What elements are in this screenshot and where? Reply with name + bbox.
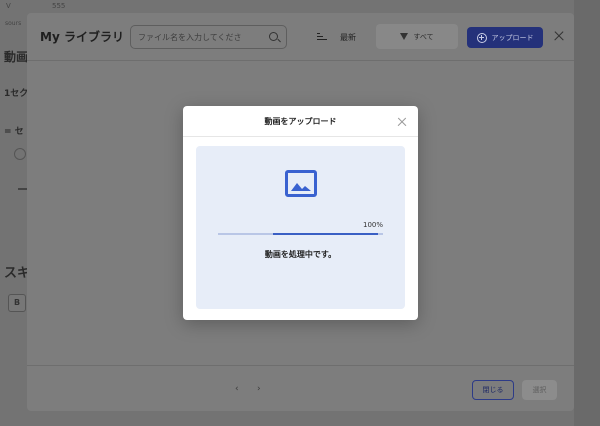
- background-heading: = セ: [4, 127, 24, 137]
- background-text: V: [6, 2, 11, 10]
- filter-icon: [400, 33, 409, 40]
- sort-label: 最新: [340, 32, 356, 42]
- progress-percentage: 100%: [362, 221, 383, 229]
- pager-next-button[interactable]: ›: [257, 384, 261, 394]
- search-input[interactable]: [130, 25, 287, 49]
- upload-label: アップロード: [491, 33, 534, 42]
- pager-prev-button[interactable]: ‹: [235, 384, 239, 394]
- background-heading: 1セク: [4, 89, 29, 99]
- library-title: My ライブラリ: [40, 30, 124, 44]
- progress-bar: [218, 233, 383, 235]
- dialog-title: 動画をアップロード: [264, 117, 337, 126]
- background-text: 555: [52, 2, 66, 10]
- background-heading: 動画: [4, 50, 29, 64]
- background-icon: [14, 148, 26, 160]
- upload-button[interactable]: アップロード: [467, 27, 543, 48]
- sort-icon: [317, 32, 328, 42]
- close-icon[interactable]: [397, 117, 407, 127]
- background-text: sours: [5, 20, 22, 27]
- upload-dropzone[interactable]: 100% 動画を処理中です。: [196, 146, 405, 309]
- status-text: 動画を処理中です。: [264, 250, 337, 259]
- close-icon[interactable]: [553, 30, 565, 42]
- close-button[interactable]: 閉じる: [472, 380, 514, 400]
- sort-button[interactable]: 最新: [317, 30, 356, 44]
- background-chip: B: [8, 294, 26, 312]
- plus-circle-icon: [476, 32, 487, 43]
- filter-label: すべて: [413, 32, 434, 41]
- image-icon: [285, 170, 317, 197]
- search-icon: [269, 32, 278, 41]
- background-scroll-area: [574, 0, 600, 426]
- select-button: 選択: [522, 380, 557, 400]
- filter-button[interactable]: すべて: [376, 24, 458, 49]
- upload-dialog: 動画をアップロード 100% 動画を処理中です。: [183, 106, 418, 320]
- progress-bar-fill: [273, 233, 378, 235]
